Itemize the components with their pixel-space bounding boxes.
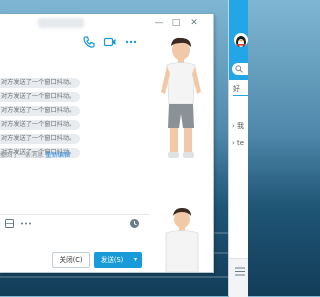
message-bubble: 对方发送了一个窗口抖动。 bbox=[0, 106, 81, 116]
main-panel-footer bbox=[229, 258, 248, 297]
message-input[interactable] bbox=[0, 232, 150, 254]
send-options-button[interactable]: ▾ bbox=[129, 252, 142, 268]
tab-friends[interactable]: 好 bbox=[233, 84, 240, 94]
more-icon[interactable] bbox=[19, 218, 33, 229]
tab-underline bbox=[233, 95, 248, 96]
message-bubble: 对方发送了一个窗口抖动。 bbox=[0, 92, 81, 102]
recall-notice-text: 撤回了一条消息 bbox=[0, 152, 44, 159]
chat-toolbar bbox=[0, 34, 150, 52]
video-icon[interactable] bbox=[103, 35, 117, 49]
phone-icon[interactable] bbox=[82, 35, 96, 49]
contact-avatar-figure bbox=[161, 37, 201, 158]
close-window-button[interactable]: ✕ bbox=[188, 17, 200, 29]
minimize-button[interactable]: — bbox=[153, 17, 165, 29]
group-label: 我 bbox=[237, 122, 245, 130]
screenshot-icon[interactable] bbox=[4, 218, 15, 229]
message-bubble: 对方发送了一个窗口抖动。 bbox=[0, 134, 81, 144]
chevron-right-icon: › bbox=[232, 139, 235, 147]
background-wave bbox=[0, 276, 247, 278]
send-button[interactable]: 发送(S) bbox=[94, 252, 129, 268]
search-input[interactable] bbox=[232, 63, 248, 75]
message-bubble: 对方发送了一个窗口抖动。 bbox=[0, 120, 81, 130]
my-avatar-figure bbox=[165, 208, 199, 272]
recall-notice: 撤回了一条消息 重新编辑 bbox=[0, 151, 70, 161]
group-item[interactable]: › te bbox=[232, 139, 244, 147]
maximize-button[interactable]: □ bbox=[170, 17, 182, 29]
chat-window: 好友 — □ ✕ 对方发送了一个窗口抖动。 对方发送了一个窗口抖动。 对方发送了… bbox=[0, 14, 214, 273]
re-edit-link[interactable]: 重新编辑 bbox=[45, 152, 70, 159]
history-icon[interactable] bbox=[129, 218, 140, 229]
contact-name: 好友 bbox=[38, 18, 84, 28]
chat-titlebar[interactable]: 好友 — □ ✕ bbox=[0, 14, 213, 34]
group-item[interactable]: › 我 bbox=[232, 121, 244, 131]
menu-icon[interactable] bbox=[235, 267, 245, 276]
close-button[interactable]: 关闭(C) bbox=[52, 252, 90, 268]
main-panel: 好 › 我 › te bbox=[228, 0, 248, 297]
chevron-right-icon: › bbox=[232, 122, 235, 130]
penguin-avatar-icon[interactable] bbox=[234, 33, 248, 47]
input-divider bbox=[0, 214, 150, 215]
search-icon bbox=[235, 65, 243, 73]
message-list[interactable]: 对方发送了一个窗口抖动。 对方发送了一个窗口抖动。 对方发送了一个窗口抖动。 对… bbox=[0, 54, 150, 164]
input-toolbar bbox=[0, 217, 145, 231]
main-panel-header bbox=[229, 0, 248, 80]
message-bubble: 对方发送了一个窗口抖动。 bbox=[0, 78, 81, 88]
group-label: te bbox=[237, 139, 245, 147]
more-icon[interactable] bbox=[124, 35, 138, 49]
